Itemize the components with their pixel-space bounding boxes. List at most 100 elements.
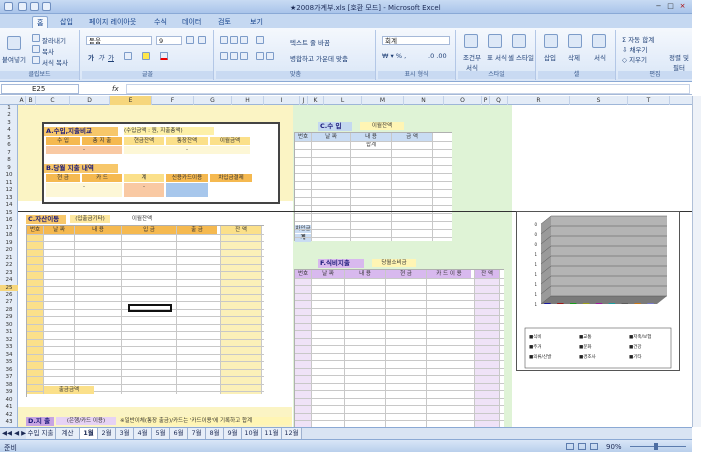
row-header-cell[interactable]: 8 bbox=[0, 157, 18, 163]
row-header-cell[interactable]: 28 bbox=[0, 307, 18, 313]
close-icon[interactable]: × bbox=[678, 2, 687, 11]
indent-increase-icon[interactable] bbox=[266, 52, 274, 60]
column-header-cell[interactable]: S bbox=[570, 96, 628, 105]
row-header-cell[interactable]: 17 bbox=[0, 225, 18, 231]
column-header-cell[interactable]: D bbox=[70, 96, 110, 105]
tab-page-layout[interactable]: 페이지 레이아웃 bbox=[85, 16, 140, 28]
clear-button[interactable]: ◇ 지우기 bbox=[622, 54, 647, 64]
column-header-cell[interactable]: M bbox=[362, 96, 404, 105]
sheet-tab[interactable]: 5월 bbox=[152, 428, 170, 439]
conditional-format-icon[interactable] bbox=[464, 34, 478, 48]
sheet-tab[interactable]: 2월 bbox=[98, 428, 116, 439]
row-header-cell[interactable]: 14 bbox=[0, 202, 18, 208]
sheet-tab[interactable]: 9월 bbox=[224, 428, 242, 439]
zoom-slider[interactable] bbox=[630, 446, 686, 447]
orientation-icon[interactable] bbox=[256, 36, 264, 44]
conditional-format-button[interactable]: 조건부 서식 bbox=[460, 52, 484, 72]
number-format-select[interactable]: 회계 bbox=[382, 36, 450, 45]
column-header-cell[interactable]: E bbox=[110, 96, 152, 105]
delete-cells-icon[interactable] bbox=[568, 34, 582, 48]
row-header-cell[interactable]: 11 bbox=[0, 180, 18, 186]
insert-cells-icon[interactable] bbox=[544, 34, 558, 48]
row-header-cell[interactable]: 39 bbox=[0, 389, 18, 395]
sheet-tab[interactable]: 1월 bbox=[80, 428, 98, 439]
row-header-cell[interactable]: 37 bbox=[0, 374, 18, 380]
column-header-cell[interactable]: J bbox=[300, 96, 308, 105]
align-right-icon[interactable] bbox=[240, 52, 248, 60]
column-header-cell[interactable]: G bbox=[194, 96, 232, 105]
column-header-cell[interactable]: F bbox=[152, 96, 194, 105]
undo-icon[interactable] bbox=[30, 2, 39, 11]
save-icon[interactable] bbox=[18, 2, 27, 11]
column-header-cell[interactable]: B bbox=[26, 96, 36, 105]
row-header-cell[interactable]: 2 bbox=[0, 112, 18, 118]
insert-button[interactable]: 삽입 bbox=[544, 52, 556, 62]
selected-cell[interactable] bbox=[128, 304, 172, 312]
sheet-tab[interactable]: 11월 bbox=[262, 428, 282, 439]
column-header-cell[interactable]: P bbox=[482, 96, 490, 105]
row-header-cell[interactable]: 34 bbox=[0, 352, 18, 358]
column-header-cell[interactable]: I bbox=[264, 96, 300, 105]
column-header-cell[interactable]: L bbox=[324, 96, 362, 105]
tab-insert[interactable]: 삽입 bbox=[56, 16, 77, 28]
format-cells-icon[interactable] bbox=[592, 34, 606, 48]
paste-icon[interactable] bbox=[7, 36, 21, 50]
grow-font-icon[interactable] bbox=[186, 36, 194, 44]
row-header-cell[interactable]: 27 bbox=[0, 299, 18, 305]
sheet-tab[interactable]: 10월 bbox=[242, 428, 262, 439]
expense-chart[interactable]: 1 1 1 1 1 1 0 0 0 ■식비 ■교통 ■저축/보험 ■주거 ■문화 ■건강 ■의류/신발 ■경조사… bbox=[516, 211, 680, 371]
table-format-icon[interactable] bbox=[488, 34, 502, 48]
sheet-tab[interactable]: 4월 bbox=[134, 428, 152, 439]
page-break-view-icon[interactable] bbox=[590, 443, 598, 450]
zoom-level[interactable]: 90% bbox=[606, 443, 622, 451]
sheet-tab[interactable]: 8월 bbox=[206, 428, 224, 439]
row-header-cell[interactable]: 12 bbox=[0, 187, 18, 193]
sheet-tab[interactable]: 6월 bbox=[170, 428, 188, 439]
tab-view[interactable]: 보기 bbox=[246, 16, 267, 28]
row-header-cell[interactable]: 16 bbox=[0, 217, 18, 223]
fx-icon[interactable]: fx bbox=[112, 85, 119, 93]
wrap-text-button[interactable]: 텍스트 줄 바꿈 bbox=[290, 37, 330, 47]
row-header-cell[interactable]: 20 bbox=[0, 247, 18, 253]
row-header-cell[interactable]: 19 bbox=[0, 240, 18, 246]
paste-button[interactable]: 붙여넣기 bbox=[2, 54, 26, 64]
row-header-cell[interactable]: 41 bbox=[0, 404, 18, 410]
sort-filter-button[interactable]: 정렬 및 필터 bbox=[668, 52, 690, 72]
row-header-cell[interactable]: 43 bbox=[0, 419, 18, 425]
tab-home[interactable]: 홈 bbox=[32, 16, 49, 28]
fill-color-icon[interactable] bbox=[142, 52, 150, 60]
autosum-button[interactable]: Σ 자동 합계 bbox=[622, 34, 654, 44]
row-header-cell[interactable]: 40 bbox=[0, 397, 18, 403]
maximize-icon[interactable]: □ bbox=[666, 2, 675, 11]
row-header-cell[interactable]: 18 bbox=[0, 232, 18, 238]
currency-icon[interactable]: ₩ ▾ % , bbox=[382, 52, 406, 60]
name-box[interactable]: E25 bbox=[1, 84, 79, 94]
row-header-cell[interactable]: 21 bbox=[0, 255, 18, 261]
format-painter-button[interactable]: 서식 복사 bbox=[42, 57, 68, 67]
tab-data[interactable]: 데이터 bbox=[178, 16, 205, 28]
copy-button[interactable]: 복사 bbox=[42, 46, 54, 56]
row-header-cell[interactable]: 36 bbox=[0, 367, 18, 373]
row-header-cell[interactable]: 9 bbox=[0, 165, 18, 171]
sheet-tab[interactable]: 3월 bbox=[116, 428, 134, 439]
column-header-cell[interactable]: C bbox=[36, 96, 70, 105]
italic-icon[interactable]: 가 bbox=[98, 52, 104, 62]
page-layout-view-icon[interactable] bbox=[578, 443, 586, 450]
decimal-icon[interactable]: .0 .00 bbox=[428, 52, 447, 60]
zoom-slider-handle[interactable] bbox=[654, 443, 658, 450]
row-header-cell[interactable]: 7 bbox=[0, 150, 18, 156]
column-header-cell[interactable]: N bbox=[404, 96, 444, 105]
column-header-cell[interactable]: H bbox=[232, 96, 264, 105]
row-header-cell[interactable]: 1 bbox=[0, 105, 18, 111]
bold-icon[interactable]: 가 bbox=[88, 52, 94, 62]
row-header-cell[interactable]: 15 bbox=[0, 210, 18, 216]
align-bottom-icon[interactable] bbox=[240, 36, 248, 44]
row-header-cell[interactable]: 35 bbox=[0, 359, 18, 365]
align-left-icon[interactable] bbox=[220, 52, 228, 60]
tab-formulas[interactable]: 수식 bbox=[150, 16, 171, 28]
sheet-tab[interactable]: 수입 지출 bbox=[26, 428, 56, 439]
border-icon[interactable] bbox=[124, 52, 132, 60]
row-header-cell[interactable]: 3 bbox=[0, 120, 18, 126]
office-button[interactable] bbox=[4, 2, 13, 11]
sheet-tab[interactable]: 12월 bbox=[282, 428, 302, 439]
